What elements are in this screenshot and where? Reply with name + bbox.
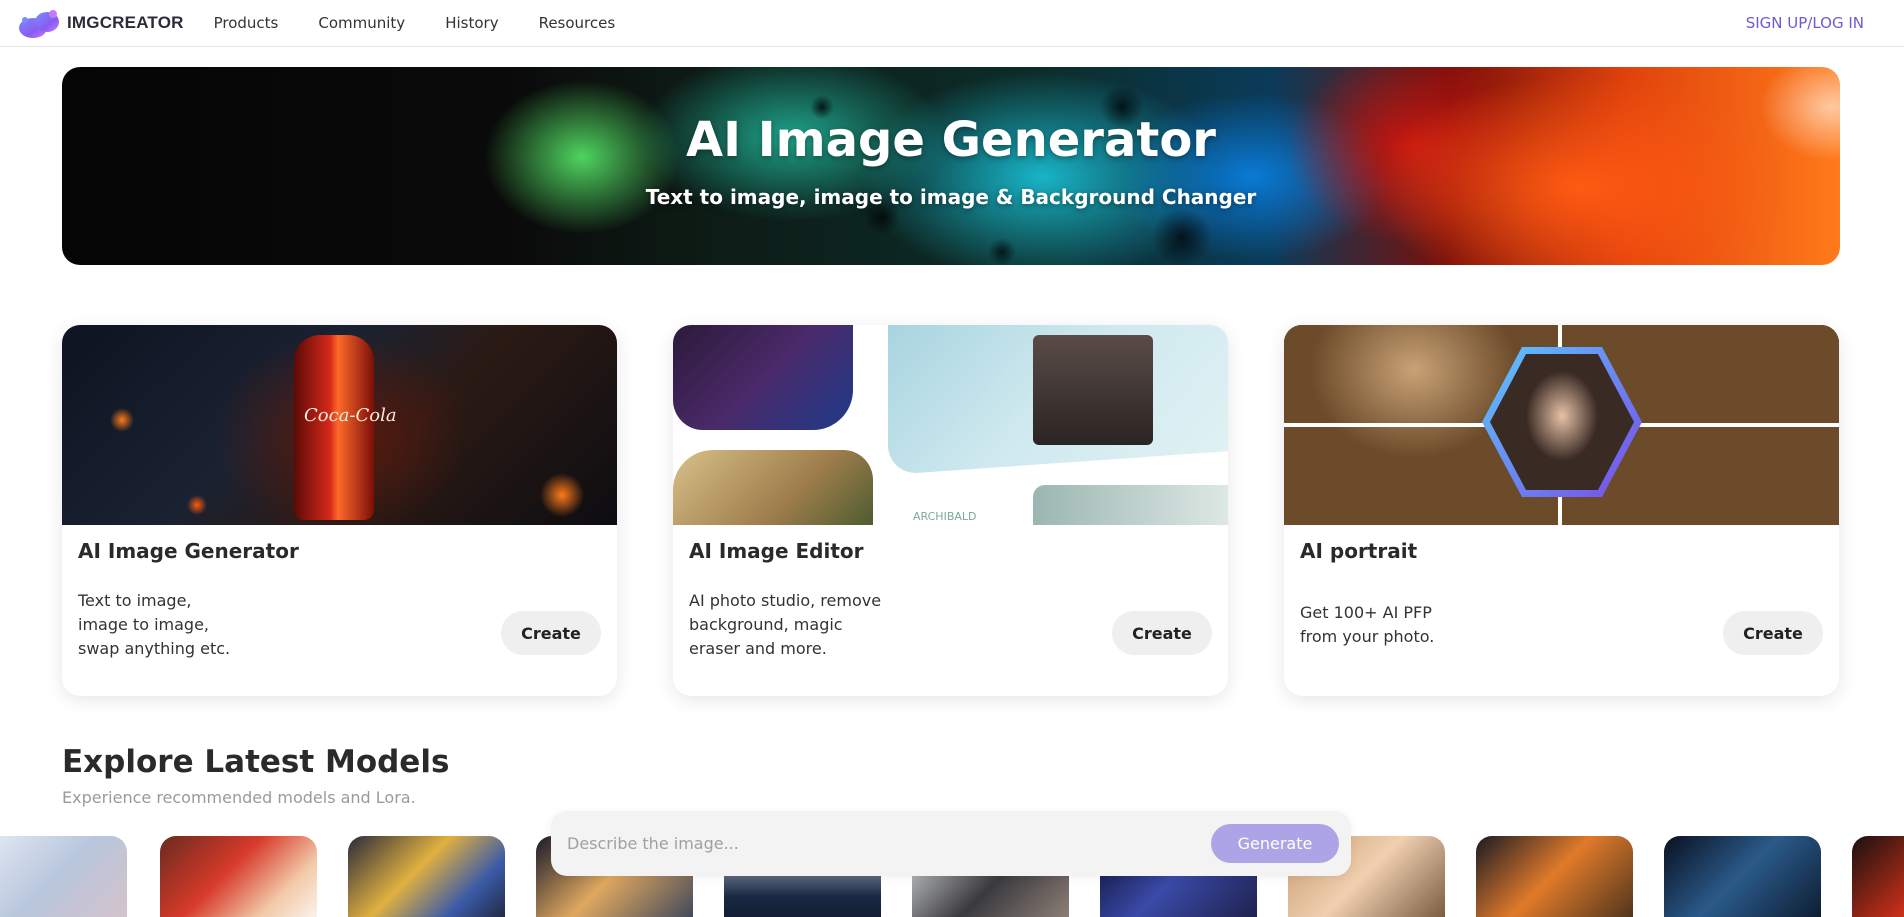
- section-subtitle: Experience recommended models and Lora.: [62, 788, 416, 807]
- collage-photo-fish: [1033, 485, 1228, 525]
- create-button[interactable]: Create: [1112, 611, 1212, 655]
- model-thumbnail[interactable]: [0, 836, 127, 917]
- bottle-shape: [294, 335, 374, 520]
- bottle-logo-text: Coca-Cola: [304, 405, 397, 426]
- coffee-machine-shape: [1033, 335, 1153, 445]
- logo[interactable]: IMGCREATOR: [17, 6, 184, 40]
- generate-button[interactable]: Generate: [1211, 824, 1339, 863]
- nav-links: Products Community History Resources: [214, 14, 656, 32]
- hero-banner: AI Image Generator Text to image, image …: [62, 67, 1840, 265]
- collage-tag-text: ARCHIBALD: [913, 510, 977, 523]
- card-title: AI Image Editor: [689, 539, 864, 563]
- card-image-coke-bottle: Coca-Cola: [62, 325, 617, 525]
- model-thumbnail[interactable]: [1852, 836, 1904, 917]
- logo-text: IMGCREATOR: [67, 13, 184, 32]
- card-description: Get 100+ AI PFP from your photo.: [1300, 603, 1435, 646]
- prompt-input[interactable]: [567, 828, 1157, 858]
- create-button[interactable]: Create: [501, 611, 601, 655]
- model-thumbnail[interactable]: [1664, 836, 1821, 917]
- card-title: AI portrait: [1300, 539, 1418, 563]
- nav-link-history[interactable]: History: [445, 14, 498, 32]
- card-image-editor-collage: ARCHIBALD: [673, 325, 1228, 525]
- card-ai-image-editor[interactable]: ARCHIBALD AI Image Editor AI photo studi…: [673, 325, 1228, 696]
- card-image-portrait-grid: [1284, 325, 1839, 525]
- hero-subtitle: Text to image, image to image & Backgrou…: [645, 185, 1257, 209]
- create-button[interactable]: Create: [1723, 611, 1823, 655]
- card-ai-image-generator[interactable]: Coca-Cola AI Image Generator Text to ima…: [62, 325, 617, 696]
- logo-icon: [17, 6, 63, 40]
- collage-photo-hats: [673, 450, 873, 525]
- model-thumbnail[interactable]: [1476, 836, 1633, 917]
- card-description: AI photo studio, remove background, magi…: [689, 591, 882, 658]
- card-title: AI Image Generator: [78, 539, 299, 563]
- nav-link-community[interactable]: Community: [318, 14, 405, 32]
- collage-photo-person: [673, 325, 853, 430]
- prompt-bar: Generate: [551, 811, 1351, 876]
- nav-link-resources[interactable]: Resources: [539, 14, 616, 32]
- card-ai-portrait[interactable]: AI portrait Get 100+ AI PFP from your ph…: [1284, 325, 1839, 696]
- section-title: Explore Latest Models: [62, 744, 450, 780]
- top-nav: IMGCREATOR Products Community History Re…: [0, 0, 1904, 47]
- model-thumbnail[interactable]: [348, 836, 505, 917]
- card-description: Text to image, image to image, swap anyt…: [78, 591, 231, 658]
- nav-link-products[interactable]: Products: [214, 14, 279, 32]
- hero-title: AI Image Generator: [686, 112, 1216, 168]
- sign-up-login-link[interactable]: SIGN UP/LOG IN: [1746, 14, 1864, 32]
- model-thumbnail[interactable]: [160, 836, 317, 917]
